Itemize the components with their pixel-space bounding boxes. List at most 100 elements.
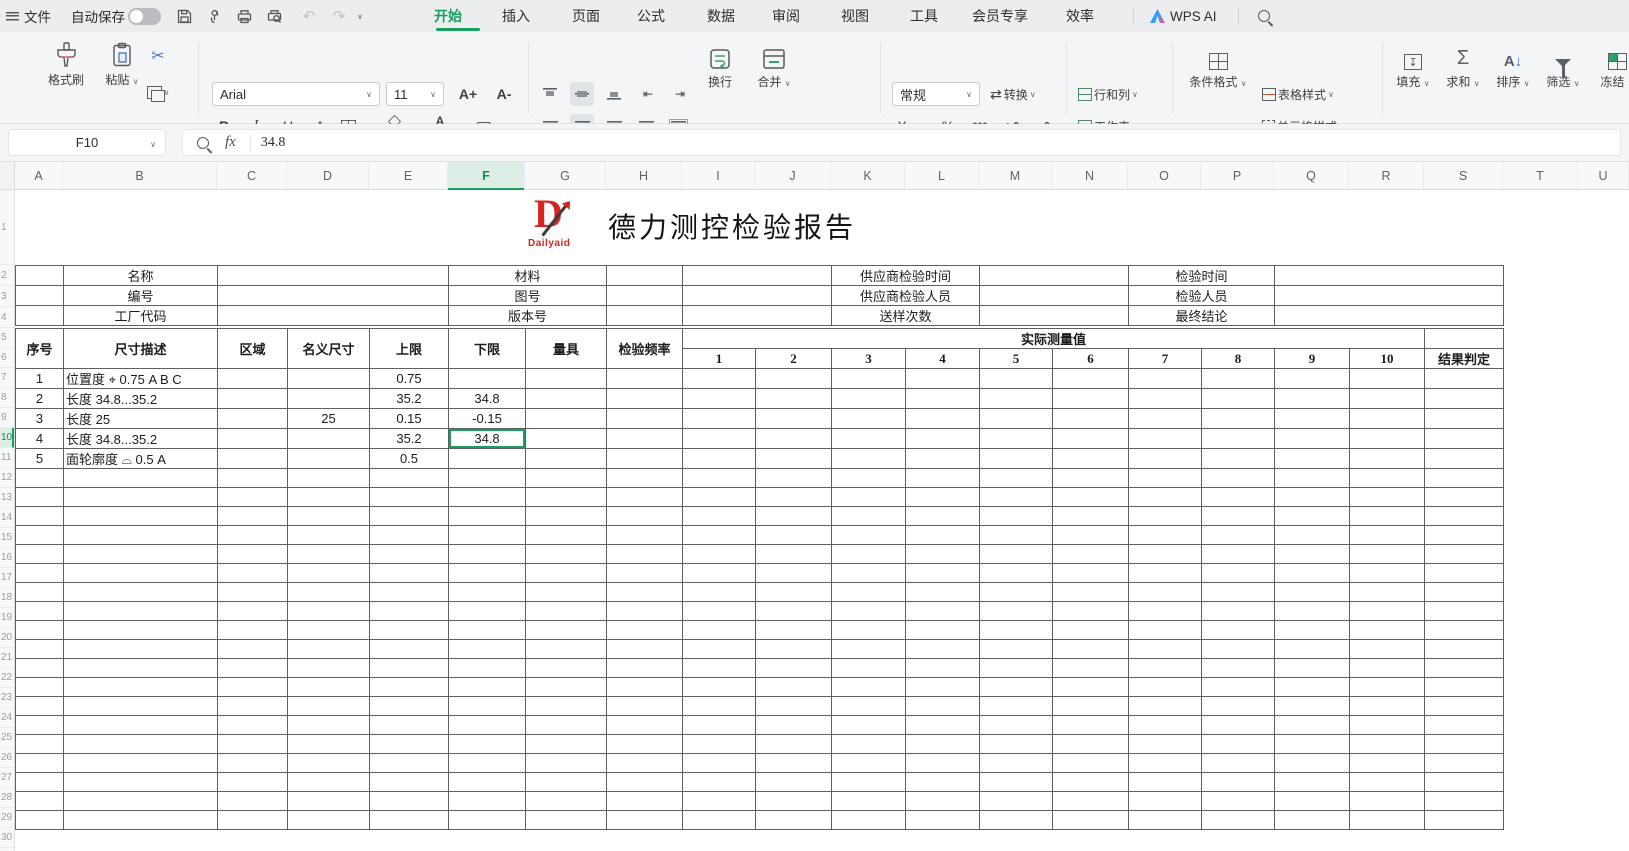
empty-cell[interactable] <box>1425 640 1504 659</box>
convert-button[interactable]: ⇄ 转换∨ <box>990 82 1036 106</box>
empty-cell[interactable] <box>1129 640 1202 659</box>
cell-measure[interactable] <box>683 409 756 429</box>
empty-cell[interactable] <box>1053 716 1129 735</box>
cell-measure[interactable] <box>980 389 1053 409</box>
empty-cell[interactable] <box>607 640 683 659</box>
empty-cell[interactable] <box>906 469 980 488</box>
empty-cell[interactable] <box>1129 602 1202 621</box>
empty-cell[interactable] <box>1425 754 1504 773</box>
empty-cell[interactable] <box>832 488 906 507</box>
empty-cell[interactable] <box>980 469 1053 488</box>
empty-cell[interactable] <box>64 659 218 678</box>
empty-cell[interactable] <box>756 564 832 583</box>
empty-cell[interactable] <box>1425 469 1504 488</box>
empty-cell[interactable] <box>1129 488 1202 507</box>
empty-cell[interactable] <box>64 583 218 602</box>
empty-cell[interactable] <box>1202 526 1275 545</box>
column-header-J[interactable]: J <box>755 162 831 189</box>
empty-cell[interactable] <box>1275 602 1350 621</box>
column-header-M[interactable]: M <box>979 162 1052 189</box>
empty-cell[interactable] <box>16 811 64 830</box>
column-header-R[interactable]: R <box>1349 162 1424 189</box>
cell-gauge[interactable] <box>526 449 607 469</box>
empty-cell[interactable] <box>1202 811 1275 830</box>
empty-cell[interactable] <box>16 507 64 526</box>
cell-upper[interactable]: 0.15 <box>370 409 449 429</box>
empty-cell[interactable] <box>906 545 980 564</box>
empty-cell[interactable] <box>683 640 756 659</box>
export-pdf-button[interactable] <box>206 0 223 32</box>
empty-cell[interactable] <box>607 659 683 678</box>
column-title-cell[interactable]: 上限 <box>370 329 449 369</box>
empty-cell[interactable] <box>1129 564 1202 583</box>
row-header-6[interactable]: 6 <box>0 348 14 368</box>
info-value-cell[interactable] <box>1275 266 1504 286</box>
cell-measure[interactable] <box>980 409 1053 429</box>
selected-cell-F10[interactable]: 34.8 <box>449 429 526 449</box>
cell-measure[interactable] <box>832 449 906 469</box>
empty-cell[interactable] <box>64 716 218 735</box>
empty-cell[interactable] <box>1053 488 1129 507</box>
empty-cell[interactable] <box>218 507 288 526</box>
empty-cell[interactable] <box>683 526 756 545</box>
empty-cell[interactable] <box>607 754 683 773</box>
empty-cell[interactable] <box>288 545 370 564</box>
empty-cell[interactable] <box>64 754 218 773</box>
cell-result[interactable] <box>1425 409 1504 429</box>
row-header-28[interactable]: 28 <box>0 788 14 808</box>
empty-cell[interactable] <box>1202 469 1275 488</box>
info-label-cell[interactable]: 送样次数 <box>832 306 980 326</box>
column-header-E[interactable]: E <box>369 162 448 189</box>
empty-cell[interactable] <box>1275 507 1350 526</box>
empty-cell[interactable] <box>607 773 683 792</box>
empty-cell[interactable] <box>526 564 607 583</box>
tab-数据[interactable]: 数据 <box>707 0 735 32</box>
empty-cell[interactable] <box>64 678 218 697</box>
empty-cell[interactable] <box>1202 735 1275 754</box>
empty-cell[interactable] <box>1202 621 1275 640</box>
cell-measure[interactable] <box>1202 449 1275 469</box>
empty-cell[interactable] <box>1275 754 1350 773</box>
empty-cell[interactable] <box>832 583 906 602</box>
empty-cell[interactable] <box>1053 773 1129 792</box>
empty-cell[interactable] <box>1425 735 1504 754</box>
empty-cell[interactable] <box>288 621 370 640</box>
empty-cell[interactable] <box>526 583 607 602</box>
print-preview-button[interactable] <box>266 0 283 32</box>
measure-col-number[interactable]: 3 <box>832 349 906 369</box>
cell-area[interactable] <box>218 429 288 449</box>
empty-cell[interactable] <box>607 602 683 621</box>
row-header-8[interactable]: 8 <box>0 388 14 408</box>
empty-cell[interactable] <box>607 564 683 583</box>
empty-cell[interactable] <box>218 602 288 621</box>
filter-button[interactable]: 筛选 ∨ <box>1542 42 1584 90</box>
empty-cell[interactable] <box>1129 678 1202 697</box>
empty-cell[interactable] <box>288 678 370 697</box>
empty-cell[interactable] <box>683 564 756 583</box>
measure-col-number[interactable]: 2 <box>756 349 832 369</box>
empty-cell[interactable] <box>16 678 64 697</box>
empty-cell[interactable] <box>756 583 832 602</box>
empty-cell[interactable] <box>1350 507 1425 526</box>
format-painter-button[interactable]: 格式刷 <box>42 40 90 88</box>
empty-cell[interactable] <box>370 678 449 697</box>
result-header-top-cell[interactable] <box>1425 329 1504 349</box>
empty-cell[interactable] <box>1129 811 1202 830</box>
row-header-11[interactable]: 11 <box>0 448 14 468</box>
empty-cell[interactable] <box>1275 735 1350 754</box>
wrap-text-button[interactable]: 换行 <box>700 42 740 90</box>
empty-cell[interactable] <box>1350 735 1425 754</box>
column-header-P[interactable]: P <box>1201 162 1274 189</box>
empty-cell[interactable] <box>64 507 218 526</box>
empty-cell[interactable] <box>370 811 449 830</box>
empty-cell[interactable] <box>1129 583 1202 602</box>
empty-cell[interactable] <box>1129 735 1202 754</box>
cell-measure[interactable] <box>1202 429 1275 449</box>
empty-cell[interactable] <box>756 545 832 564</box>
cell-no[interactable]: 3 <box>16 409 64 429</box>
empty-cell[interactable] <box>526 545 607 564</box>
empty-cell[interactable] <box>832 754 906 773</box>
number-format-select[interactable]: 常规∨ <box>892 82 980 106</box>
empty-cell[interactable] <box>1053 507 1129 526</box>
empty-cell[interactable] <box>906 754 980 773</box>
